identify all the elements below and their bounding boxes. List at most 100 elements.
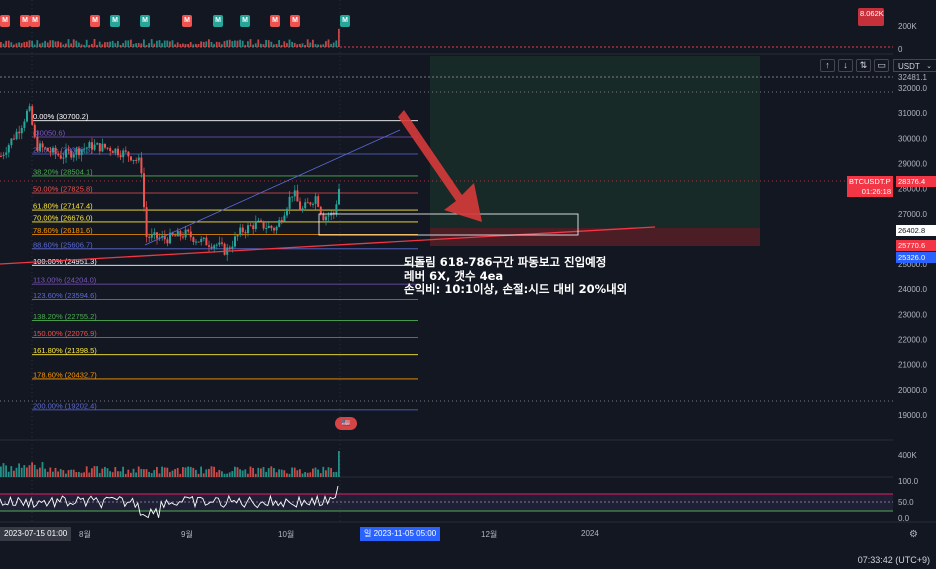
m-event-badge[interactable]: M: [90, 15, 100, 27]
volume-bar: [72, 469, 75, 477]
channel-line[interactable]: [144, 129, 401, 246]
fullscreen-button[interactable]: ▭: [874, 59, 889, 72]
volume-bar: [135, 43, 137, 47]
volume-bar: [226, 40, 228, 47]
candle-body: [200, 238, 203, 243]
volume-bar: [278, 469, 280, 477]
volume-bar: [275, 44, 278, 47]
trade-note[interactable]: 되돌림 618-786구간 파동보고 진입예정 레버 6X, 갯수 4ea 손익…: [404, 255, 627, 297]
price-axis[interactable]: 32000.031000.030000.029000.028000.027000…: [898, 22, 927, 523]
volume-bar: [273, 44, 275, 47]
volume-bar: [226, 473, 228, 477]
candle-body: [197, 241, 200, 243]
volume-bar: [65, 473, 67, 477]
volume-bar: [273, 468, 275, 477]
volume-bar: [28, 40, 31, 47]
candle-body: [0, 155, 2, 157]
candle-body: [52, 147, 54, 153]
swap-button[interactable]: ⇅: [856, 59, 871, 72]
m-event-badge[interactable]: M: [240, 15, 250, 27]
candle-body: [109, 148, 112, 152]
volume-bar: [317, 44, 319, 47]
volume-bar: [130, 39, 132, 47]
volume-bar: [23, 42, 26, 47]
candle-body: [210, 246, 213, 249]
volume-bar: [41, 462, 44, 477]
volume-bar: [122, 466, 124, 477]
gear-icon[interactable]: ⚙: [909, 529, 918, 540]
volume-bar: [7, 40, 10, 47]
candle-body: [293, 190, 296, 197]
volume-bar: [299, 43, 301, 47]
m-event-badge[interactable]: M: [110, 15, 120, 27]
candle-body: [275, 226, 278, 231]
rsi-tick: 0.0: [898, 514, 910, 523]
candle-body: [98, 143, 101, 152]
clock[interactable]: 07:33:42 (UTC+9): [858, 555, 930, 565]
volume-bar: [314, 467, 317, 477]
m-event-badge[interactable]: M: [340, 15, 350, 27]
volume-bar: [215, 41, 218, 47]
volume-lower-tick: 400K: [898, 451, 917, 460]
volume-bar: [319, 473, 322, 477]
m-event-badge[interactable]: M: [182, 15, 192, 27]
candle-body: [28, 106, 31, 111]
candle-body: [54, 147, 57, 154]
fib-retracement[interactable]: 0.00% (30700.2)(30050.6)23.60% (29376.3)…: [32, 112, 418, 410]
volume-bar: [114, 467, 117, 477]
volume-bar: [88, 472, 91, 477]
candle-body: [202, 237, 205, 239]
volume-bar: [210, 466, 213, 477]
volume-badge: 8.062K: [858, 8, 884, 26]
volume-bar: [223, 41, 226, 47]
volume-bar: [231, 471, 234, 477]
candle-body: [296, 190, 299, 202]
m-event-badge[interactable]: M: [270, 15, 280, 27]
volume-bar: [44, 468, 46, 477]
candle-body: [145, 207, 148, 237]
m-event-badge[interactable]: M: [290, 15, 300, 27]
candle-body: [83, 148, 86, 150]
volume-bar: [247, 41, 249, 47]
m-event-badge[interactable]: M: [140, 15, 150, 27]
volume-bar: [174, 469, 176, 477]
volume-bar: [104, 42, 106, 47]
candle-body: [78, 148, 80, 156]
volume-bar: [176, 467, 179, 477]
candle-body: [309, 202, 312, 205]
candle-body: [319, 206, 322, 214]
crosshair-price-tag: 26402.8: [896, 225, 936, 236]
candle-body: [228, 247, 231, 249]
us-flag-icon[interactable]: 🇺🇸: [335, 417, 357, 430]
volume-bar: [109, 471, 111, 477]
volume-bar: [156, 40, 158, 47]
fib-level-label: 50.00% (27825.8): [33, 184, 93, 193]
volume-bar: [137, 466, 140, 477]
volume-bar: [301, 43, 304, 47]
candle-body: [36, 136, 39, 151]
currency-select[interactable]: USDT ⌄: [893, 59, 936, 72]
candle-body: [239, 227, 242, 236]
scroll-up-button[interactable]: ↑: [820, 59, 835, 72]
volume-bar: [62, 44, 65, 47]
volume-bar: [80, 44, 83, 47]
volume-bar: [36, 469, 39, 477]
volume-bar: [239, 469, 241, 477]
volume-bar: [153, 470, 156, 477]
candle-body: [104, 143, 106, 148]
candle-body: [291, 196, 294, 198]
candle-body: [20, 127, 23, 134]
candle-body: [72, 154, 75, 158]
volume-bar: [208, 468, 210, 477]
volume-bar: [15, 467, 18, 477]
volume-bar: [20, 43, 23, 47]
m-event-badge[interactable]: M: [30, 15, 40, 27]
scroll-down-button[interactable]: ↓: [838, 59, 853, 72]
m-event-badge[interactable]: M: [20, 15, 30, 27]
fib-level-label: 200.00% (19202.4): [33, 401, 97, 410]
candle-body: [26, 110, 28, 122]
volume-bar: [96, 44, 98, 47]
candle-body: [317, 196, 320, 207]
m-event-badge[interactable]: M: [0, 15, 10, 27]
m-event-badge[interactable]: M: [213, 15, 223, 27]
